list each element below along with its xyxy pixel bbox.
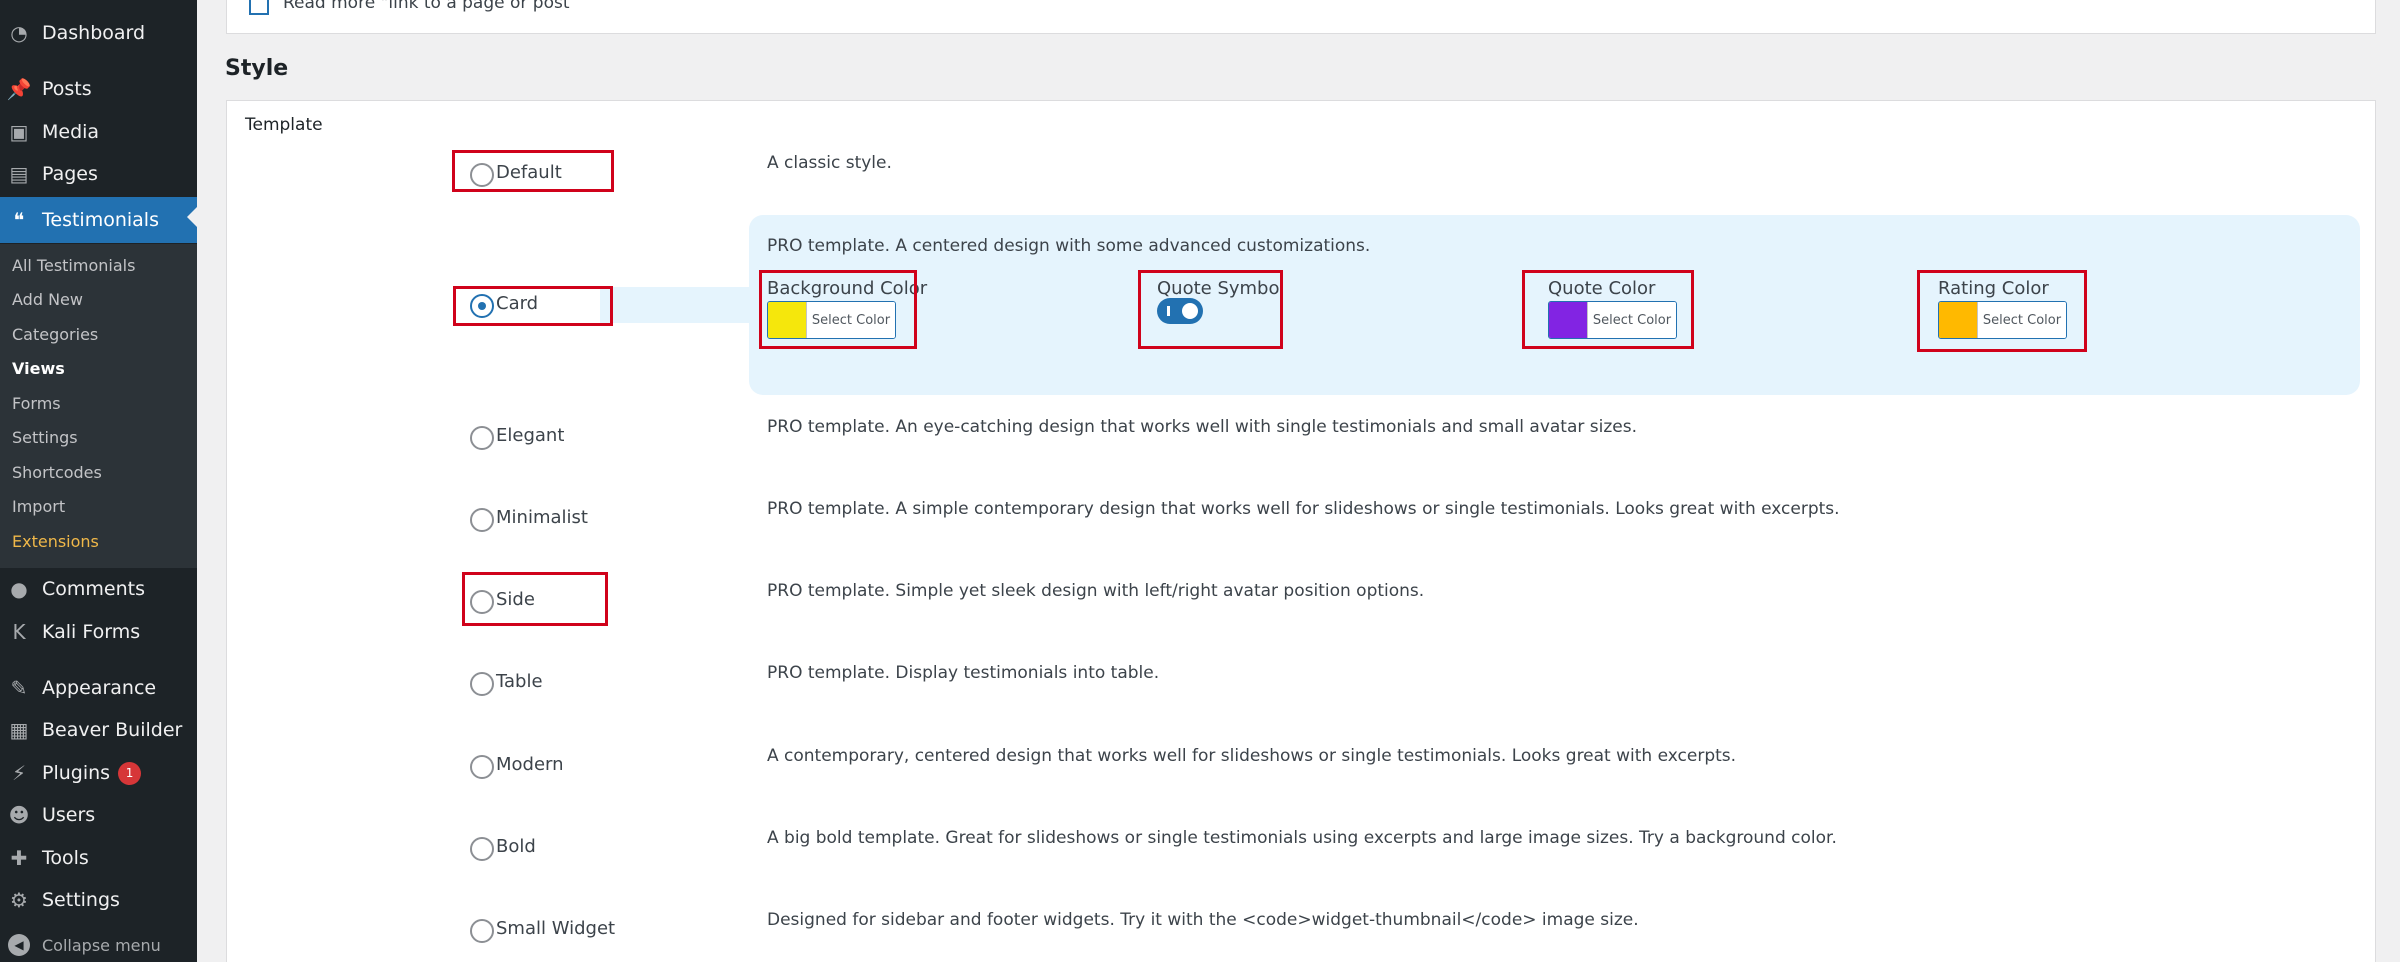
desc-card: PRO template. A centered design with som… (767, 236, 1371, 256)
testimonials-submenu: All Testimonials Add New Categories View… (0, 244, 197, 568)
highlight-card (453, 286, 613, 326)
menu-testimonials[interactable]: ❝ Testimonials (0, 197, 197, 243)
radio-modern[interactable] (470, 755, 494, 779)
highlight-rating-color (1917, 270, 2087, 352)
desc-bold: A big bold template. Great for slideshow… (767, 828, 1837, 848)
menu-appearance[interactable]: ✎ Appearance (0, 668, 197, 708)
user-icon: ☻ (8, 803, 30, 827)
menu-comments[interactable]: ● Comments (0, 569, 197, 609)
pages-icon: ▤ (9, 162, 29, 186)
highlight-side (462, 572, 608, 626)
menu-beaver-builder[interactable]: ▦ Beaver Builder (0, 710, 197, 750)
submenu-forms[interactable]: Forms (12, 388, 61, 418)
desc-table: PRO template. Display testimonials into … (767, 663, 1160, 683)
section-heading-style: Style (225, 56, 289, 81)
highlight-default (452, 150, 614, 192)
submenu-categories[interactable]: Categories (12, 319, 98, 349)
menu-dashboard[interactable]: ◔ Dashboard (0, 13, 197, 53)
collapse-menu-button[interactable]: ◀ Collapse menu (0, 928, 197, 962)
radio-table[interactable] (470, 672, 494, 696)
menu-posts[interactable]: 📌 Posts (0, 69, 197, 109)
kali-forms-icon: K (12, 620, 26, 644)
dashboard-icon: ◔ (10, 21, 28, 45)
menu-users[interactable]: ☻ Users (0, 795, 197, 835)
wrench-icon: ✚ (10, 846, 28, 870)
pin-icon: 📌 (6, 77, 32, 101)
submenu-extensions[interactable]: Extensions (12, 526, 99, 556)
media-icon: ▣ (9, 120, 29, 144)
read-more-panel: Read more "link to a page or post (226, 0, 2376, 34)
card-row-highlight (600, 287, 750, 323)
radio-bold[interactable] (470, 837, 494, 861)
highlight-quote-color (1522, 270, 1694, 349)
admin-sidebar: All Testimonials Add New Categories View… (0, 0, 197, 962)
layout-icon: ▦ (9, 718, 29, 742)
settings-icon: ⚙ (10, 888, 28, 912)
desc-minimalist: PRO template. A simple contemporary desi… (767, 499, 1840, 519)
menu-plugins[interactable]: ⚡ Plugins 1 (0, 753, 197, 793)
plug-icon: ⚡ (11, 761, 27, 785)
radio-small-widget[interactable] (470, 919, 494, 943)
read-more-label: Read more "link to a page or post (283, 0, 570, 13)
paintbrush-icon: ✎ (10, 676, 28, 700)
collapse-arrow-icon: ◀ (8, 934, 30, 956)
quote-icon: ❝ (13, 208, 25, 232)
menu-pages[interactable]: ▤ Pages (0, 154, 197, 194)
submenu-settings[interactable]: Settings (12, 422, 78, 452)
menu-tools[interactable]: ✚ Tools (0, 838, 197, 878)
desc-elegant: PRO template. An eye-catching design tha… (767, 417, 1637, 437)
submenu-views[interactable]: Views (12, 353, 65, 383)
desc-small-widget: Designed for sidebar and footer widgets.… (767, 910, 1639, 930)
desc-modern: A contemporary, centered design that wor… (767, 746, 1737, 766)
desc-side: PRO template. Simple yet sleek design wi… (767, 581, 1425, 601)
menu-media[interactable]: ▣ Media (0, 112, 197, 152)
submenu-all-testimonials[interactable]: All Testimonials (12, 250, 135, 280)
submenu-shortcodes[interactable]: Shortcodes (12, 457, 102, 487)
highlight-quote-symbol (1138, 270, 1283, 349)
template-label: Template (245, 115, 323, 135)
menu-kali-forms[interactable]: K Kali Forms (0, 612, 197, 652)
submenu-import[interactable]: Import (12, 491, 65, 521)
plugins-update-badge: 1 (118, 761, 142, 785)
submenu-add-new[interactable]: Add New (12, 284, 83, 314)
radio-minimalist[interactable] (470, 508, 494, 532)
read-more-checkbox[interactable] (249, 0, 269, 15)
menu-settings[interactable]: ⚙ Settings (0, 880, 197, 920)
radio-elegant[interactable] (470, 426, 494, 450)
comment-icon: ● (10, 577, 28, 601)
desc-default: A classic style. (767, 153, 892, 173)
highlight-background-color (759, 270, 917, 349)
